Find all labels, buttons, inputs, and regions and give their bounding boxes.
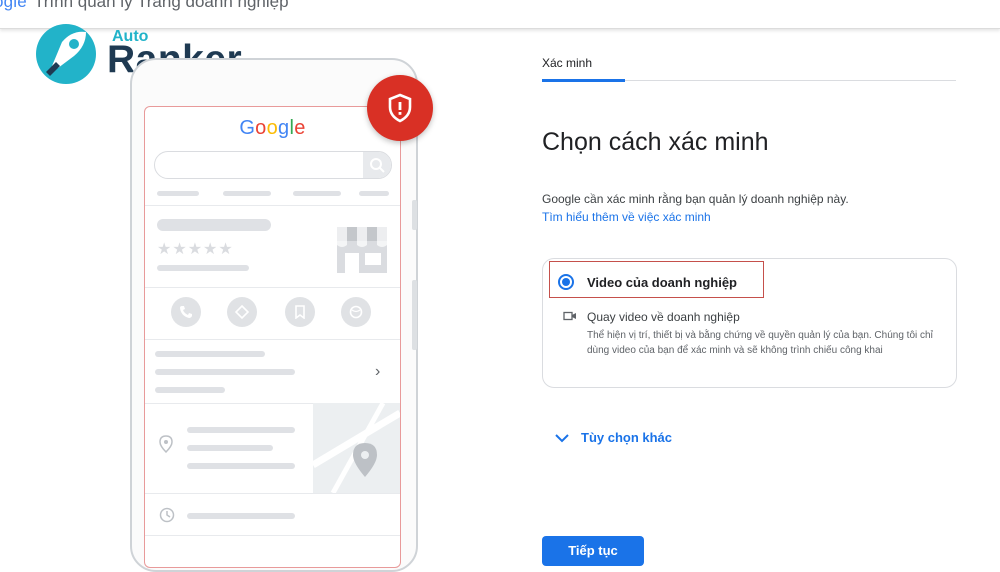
placeholder-bar bbox=[157, 219, 271, 231]
divider bbox=[145, 339, 400, 340]
video-camera-icon bbox=[563, 311, 576, 321]
placeholder-bar bbox=[187, 513, 295, 519]
more-options-label: Tùy chọn khác bbox=[581, 430, 673, 445]
rocket-logo-icon bbox=[36, 24, 96, 84]
shield-icon bbox=[388, 93, 412, 123]
phone-screen: Google ★★★★★ › bbox=[144, 106, 401, 568]
tab-verification[interactable]: Xác minh bbox=[542, 56, 592, 70]
google-brand-text: ogle bbox=[0, 0, 27, 11]
tab-active-indicator bbox=[542, 79, 625, 82]
video-option-radio[interactable] bbox=[558, 274, 574, 290]
rating-stars: ★★★★★ bbox=[157, 241, 234, 258]
placeholder-bar bbox=[359, 191, 389, 196]
google-logo: Google bbox=[239, 117, 306, 139]
option-description: Thể hiện vị trí, thiết bị và bằng chứng … bbox=[587, 330, 933, 356]
storefront-icon bbox=[337, 227, 387, 273]
placeholder-bar bbox=[157, 265, 249, 271]
learn-more-link[interactable]: Tìm hiểu thêm về việc xác minh bbox=[542, 210, 711, 224]
phone-side-button bbox=[412, 200, 417, 230]
phone-search-bar bbox=[154, 151, 392, 179]
phone-side-button bbox=[412, 280, 417, 350]
placeholder-bar bbox=[157, 191, 199, 196]
placeholder-bar bbox=[155, 351, 265, 357]
placeholder-bar bbox=[187, 427, 295, 433]
placeholder-bar bbox=[155, 387, 225, 393]
placeholder-bar bbox=[155, 369, 295, 375]
search-icon bbox=[363, 152, 391, 178]
video-option-label[interactable]: Video của doanh nghiệp bbox=[587, 275, 737, 290]
bookmark-icon bbox=[285, 297, 315, 327]
location-pin-icon bbox=[159, 435, 173, 453]
option-subtitle: Quay video về doanh nghiệp bbox=[587, 310, 740, 324]
page-description: Google cần xác minh rằng bạn quản lý doa… bbox=[542, 192, 849, 206]
placeholder-bar bbox=[293, 191, 341, 196]
divider bbox=[145, 287, 400, 288]
clock-icon bbox=[159, 507, 175, 523]
divider bbox=[145, 493, 400, 494]
page-title: Chọn cách xác minh bbox=[542, 128, 769, 156]
placeholder-bar bbox=[223, 191, 271, 196]
chevron-right-icon: › bbox=[375, 363, 381, 380]
header-title: Trình quản lý Trang doanh nghiệp bbox=[34, 0, 289, 11]
placeholder-bar bbox=[187, 463, 295, 469]
security-badge bbox=[367, 75, 433, 141]
mini-map bbox=[311, 401, 400, 495]
continue-button[interactable]: Tiếp tục bbox=[542, 536, 644, 566]
divider bbox=[145, 205, 400, 206]
chevron-down-icon bbox=[555, 433, 569, 442]
divider bbox=[145, 535, 400, 536]
globe-icon bbox=[341, 297, 371, 327]
directions-icon bbox=[227, 297, 257, 327]
phone-call-icon bbox=[171, 297, 201, 327]
more-options-toggle[interactable]: Tùy chọn khác bbox=[555, 430, 672, 445]
placeholder-bar bbox=[187, 445, 273, 451]
